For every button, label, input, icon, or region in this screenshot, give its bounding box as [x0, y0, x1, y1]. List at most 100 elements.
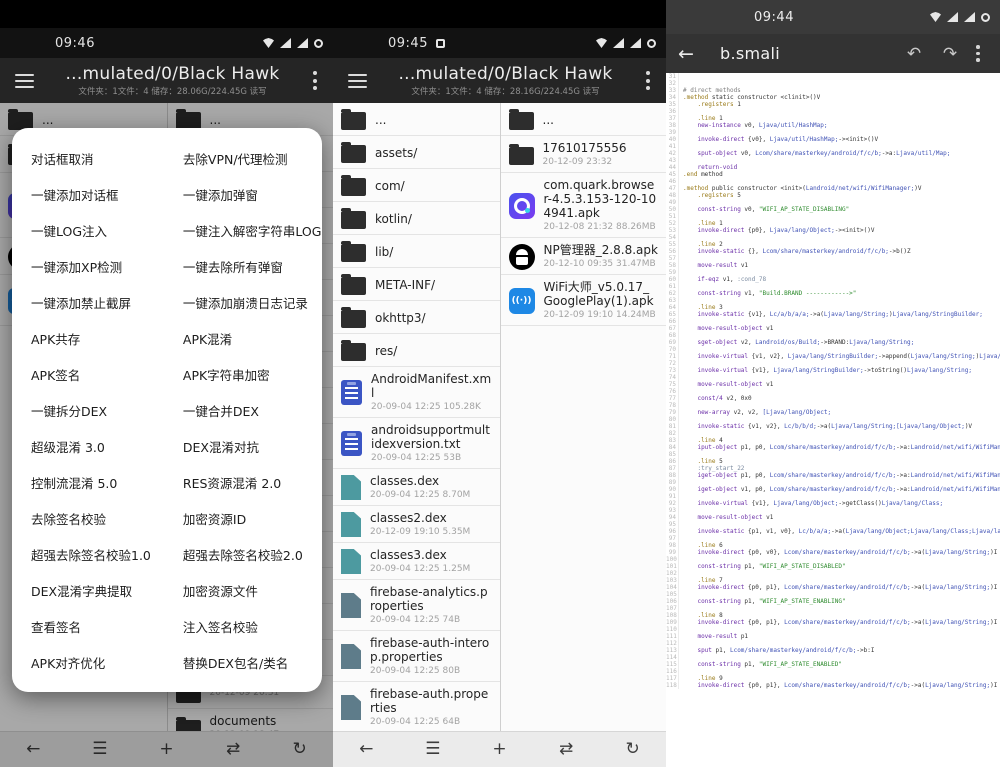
file-text: lib/	[375, 245, 492, 259]
folder-row[interactable]: lib/	[333, 235, 500, 268]
dex-file-icon	[341, 475, 361, 500]
line-number: 86	[666, 458, 679, 465]
refresh-icon[interactable]: ↻	[612, 741, 654, 758]
menu-item[interactable]: 注入签名校验	[164, 608, 322, 644]
code-line: 75 move-result-object v1	[666, 381, 1000, 388]
code-text: .line 8	[683, 612, 723, 619]
menu-item[interactable]: DEX混淆对抗	[164, 428, 322, 464]
menu-item[interactable]: 控制流混淆 5.0	[12, 464, 164, 500]
menu-item[interactable]: APK共存	[12, 320, 164, 356]
menu-item[interactable]: DEX混淆字典提取	[12, 572, 164, 608]
overflow-menu-icon[interactable]	[630, 70, 666, 92]
code-line: 48 .registers 5	[666, 192, 1000, 199]
code-text: .method static constructor <clinit>()V	[683, 94, 820, 101]
list-menu-icon[interactable]: ☰	[412, 741, 454, 758]
code-editor-area[interactable]: 313233# direct methods34.method static c…	[666, 73, 1000, 767]
add-icon[interactable]: +	[478, 741, 520, 758]
file-row[interactable]: classes2.dex20-12-09 19:10 5.35M	[333, 506, 500, 543]
menu-item[interactable]: 去除VPN/代理检测	[164, 140, 322, 176]
top-black-strip	[333, 0, 666, 28]
code-line: 117 .line 9	[666, 675, 1000, 682]
menu-item[interactable]: 一键拆分DEX	[12, 392, 164, 428]
file-row[interactable]: AndroidManifest.xml20-09-04 12:25 105.28…	[333, 367, 500, 418]
file-text: firebase-auth.properties20-09-04 12:25 6…	[370, 687, 492, 728]
folder-row[interactable]: kotlin/	[333, 202, 500, 235]
signal-4g-icon	[630, 38, 641, 48]
file-meta: 20-12-09 19:10 5.35M	[370, 526, 492, 538]
pane-right[interactable]: ...1761017555620-12-09 23:32com.quark.br…	[500, 103, 667, 731]
menu-item[interactable]: 一键添加禁止截屏	[12, 284, 164, 320]
code-line: 37 .line 1	[666, 115, 1000, 122]
code-text: .line 1	[683, 115, 723, 122]
code-line: 58 move-result v1	[666, 262, 1000, 269]
menu-item[interactable]: 一键合并DEX	[164, 392, 322, 428]
menu-item[interactable]: 一键去除所有弹窗	[164, 248, 322, 284]
overflow-menu-icon[interactable]	[968, 44, 988, 64]
file-row[interactable]: NP管理器_2.8.8.apk20-12-10 09:35 31.47MB	[501, 238, 667, 275]
menu-item[interactable]: 加密资源ID	[164, 500, 322, 536]
transfer-icon[interactable]: ⇄	[545, 741, 587, 758]
line-number: 74	[666, 374, 679, 381]
file-name: com/	[375, 179, 492, 193]
menu-item[interactable]: 一键添加XP检测	[12, 248, 164, 284]
code-text: .registers 5	[683, 192, 741, 199]
menu-item[interactable]: APK签名	[12, 356, 164, 392]
menu-item[interactable]: 一键添加崩溃日志记录	[164, 284, 322, 320]
file-row[interactable]: androidsupportmultidexversion.txt20-09-0…	[333, 418, 500, 469]
file-row[interactable]: classes.dex20-09-04 12:25 8.70M	[333, 469, 500, 506]
menu-item[interactable]: 加密资源文件	[164, 572, 322, 608]
code-line: 57	[666, 255, 1000, 262]
line-number: 61	[666, 283, 679, 290]
folder-row[interactable]: res/	[333, 334, 500, 367]
back-icon[interactable]: ←	[345, 741, 387, 758]
folder-row[interactable]: 1761017555620-12-09 23:32	[501, 136, 667, 173]
menu-item[interactable]: APK混淆	[164, 320, 322, 356]
hamburger-menu-icon[interactable]	[333, 72, 381, 90]
menu-item[interactable]: RES资源混淆 2.0	[164, 464, 322, 500]
menu-item[interactable]: 一键LOG注入	[12, 212, 164, 248]
menu-item[interactable]: 一键注入解密字符串LOG	[164, 212, 322, 248]
menu-item[interactable]: 去除签名校验	[12, 500, 164, 536]
folder-row[interactable]: ...	[501, 103, 667, 136]
line-number: 43	[666, 157, 679, 164]
overflow-menu-icon[interactable]	[297, 70, 333, 92]
file-name: okhttp3/	[375, 311, 492, 325]
menu-item[interactable]: 一键添加对话框	[12, 176, 164, 212]
menu-item[interactable]: 超强去除签名校验2.0	[164, 536, 322, 572]
code-line: 45.end method	[666, 171, 1000, 178]
folder-row[interactable]: META-INF/	[333, 268, 500, 301]
file-row[interactable]: firebase-auth.properties20-09-04 12:25 6…	[333, 682, 500, 731]
menu-item[interactable]: APK字符串加密	[164, 356, 322, 392]
menu-item[interactable]: APK对齐优化	[12, 644, 164, 680]
undo-icon[interactable]: ↶	[896, 44, 932, 64]
menu-item[interactable]: 超强去除签名校验1.0	[12, 536, 164, 572]
folder-row[interactable]: assets/	[333, 136, 500, 169]
file-row[interactable]: firebase-auth-interop.properties20-09-04…	[333, 631, 500, 682]
code-text: invoke-static {}, Lcom/share/masterkey/a…	[683, 248, 911, 255]
menu-item[interactable]: 对话框取消	[12, 140, 164, 176]
redo-icon[interactable]: ↷	[932, 44, 968, 64]
line-number: 109	[666, 619, 679, 626]
menu-item[interactable]: 替换DEX包名/类名	[164, 644, 322, 680]
folder-row[interactable]: com/	[333, 169, 500, 202]
file-row[interactable]: com.quark.browser-4.5.3.153-120-104941.a…	[501, 173, 667, 238]
menu-item[interactable]: 一键添加弹窗	[164, 176, 322, 212]
page-title: ...mulated/0/Black Hawk	[65, 64, 279, 84]
code-text: .line 5	[683, 458, 723, 465]
code-text: sget-object v2, Landroid/os/Build;->BRAN…	[683, 339, 914, 346]
folder-row[interactable]: okhttp3/	[333, 301, 500, 334]
folder-row[interactable]: ...	[333, 103, 500, 136]
code-line: 91	[666, 493, 1000, 500]
file-row[interactable]: ((·))WiFi大师_v5.0.17_GooglePlay(1).apk20-…	[501, 275, 667, 326]
menu-item[interactable]: 查看签名	[12, 608, 164, 644]
hamburger-menu-icon[interactable]	[0, 72, 48, 90]
file-row[interactable]: firebase-analytics.properties20-09-04 12…	[333, 580, 500, 631]
menu-item[interactable]: 超级混淆 3.0	[12, 428, 164, 464]
file-name: classes.dex	[370, 474, 492, 488]
back-icon[interactable]: ←	[678, 43, 708, 65]
code-text: return-void	[683, 164, 737, 171]
pane-left[interactable]: ...assets/com/kotlin/lib/META-INF/okhttp…	[333, 103, 500, 731]
file-text: kotlin/	[375, 212, 492, 226]
code-text: const-string p1, "WIFI_AP_STATE_ENABLED"	[683, 661, 842, 668]
file-row[interactable]: classes3.dex20-09-04 12:25 1.25M	[333, 543, 500, 580]
